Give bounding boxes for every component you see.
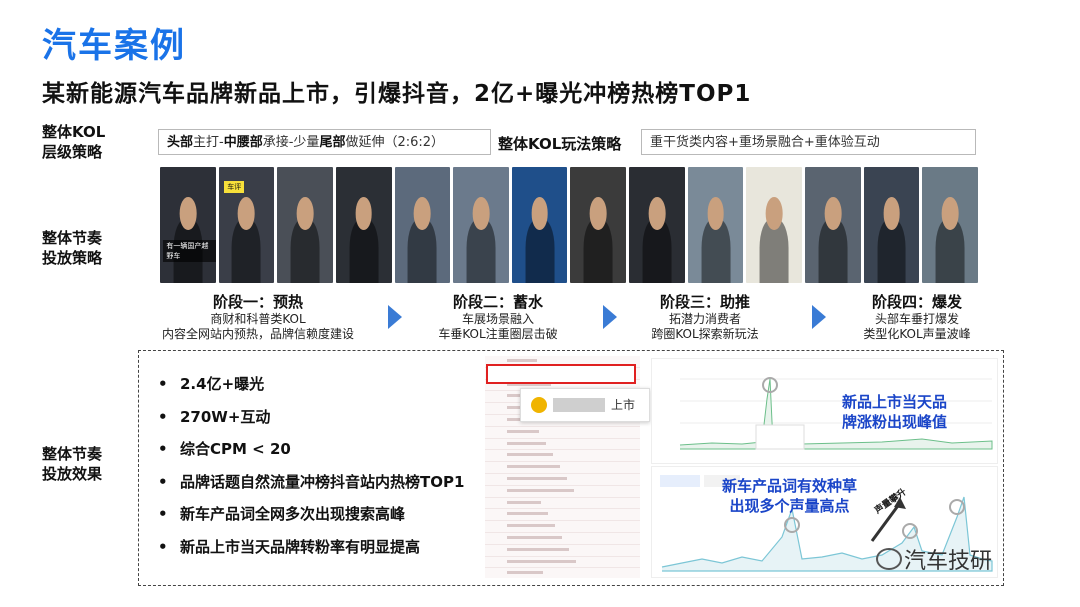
hot-list-row	[485, 498, 640, 510]
row-text-placeholder	[507, 441, 546, 445]
hot-list-row	[485, 439, 640, 451]
stage-1: 阶段一：预热 商财和科普类KOL 内容全网站内预热，品牌信赖度建设	[161, 293, 354, 341]
hot-list-highlight	[486, 364, 636, 384]
kol-photo	[629, 167, 685, 283]
medal-icon	[531, 397, 547, 413]
kol-photo	[922, 167, 978, 283]
kol-photo	[277, 167, 333, 283]
kol-photo: 车评	[218, 167, 275, 283]
kol-photo	[453, 167, 509, 283]
row-text-placeholder	[507, 535, 562, 539]
row-text-placeholder	[507, 465, 560, 469]
kol-photo	[570, 167, 627, 283]
kol-photo	[805, 167, 861, 283]
page-subtitle: 某新能源汽车品牌新品上市，引爆抖音，2亿+曝光冲榜热榜TOP1	[42, 81, 752, 107]
photo-tag: 车评	[224, 180, 245, 193]
arrow-right-icon	[388, 305, 402, 329]
effect-bullet-list: • 2.4亿+曝光 • 270W+互动 • 综合CPM < 20 • 品牌话题自然流量冲…	[158, 372, 464, 567]
row-text-placeholder	[507, 429, 539, 433]
row-text-placeholder	[507, 476, 567, 480]
search-volume-annotation: 新车产品词有效种草 出现多个声量高点	[722, 477, 858, 515]
row-text-placeholder	[507, 571, 543, 575]
row-text-placeholder	[507, 512, 548, 516]
person-head	[589, 197, 607, 230]
list-item: • 品牌话题自然流量冲榜抖音站内热榜TOP1	[158, 472, 465, 491]
row-text-placeholder	[507, 547, 569, 551]
person-head	[941, 197, 959, 230]
row-text-placeholder	[507, 359, 537, 362]
photo-tag: 有一辆国产越野车	[163, 240, 216, 263]
row-text-placeholder	[507, 524, 555, 528]
kol-play-label: 整体KOL玩法策略	[498, 135, 622, 153]
blurred-brand	[553, 398, 605, 412]
person-head	[296, 197, 314, 230]
wechat-icon	[876, 548, 902, 570]
effect-label: 整体节奏 投放效果	[42, 445, 103, 483]
kol-photo	[746, 167, 803, 283]
hot-list-row	[485, 557, 640, 569]
person-head	[179, 197, 197, 230]
fans-peak-annotation: 新品上市当天品 牌涨粉出现峰值	[842, 393, 948, 431]
list-item: • 2.4亿+曝光	[158, 375, 265, 393]
person-head	[472, 197, 490, 230]
hot-list-row	[485, 509, 640, 522]
person-head	[414, 197, 431, 230]
kol-level-box: 头部主打-中腰部承接-少量尾部做延伸（2:6:2）	[158, 129, 491, 155]
list-item: • 新品上市当天品牌转粉率有明显提高	[158, 537, 421, 556]
kol-photo	[511, 167, 568, 283]
hot-list-row	[485, 450, 640, 463]
list-item: • 综合CPM < 20	[158, 440, 291, 458]
arrow-right-icon	[812, 305, 826, 329]
hot-list-row	[485, 474, 640, 486]
kol-play-box: 重干货类内容+重场景融合+重体验互动	[641, 129, 976, 155]
hot-list-row	[485, 427, 640, 439]
list-item: • 新车产品词全网多次出现搜索高峰	[158, 505, 406, 523]
watermark: 汽车技研	[904, 549, 993, 574]
page-title: 汽车案例	[42, 26, 186, 66]
kol-photo	[687, 167, 744, 283]
hot-list-row	[485, 521, 640, 533]
person-head	[238, 197, 255, 230]
stage-2: 阶段二：蓄水 车展场景融入 车垂KOL注重圈层击破	[438, 293, 558, 341]
row-text-placeholder	[507, 500, 541, 504]
stage-3: 阶段三：助推 拓潜力消费者 跨圈KOL探索新玩法	[651, 293, 759, 341]
hot-list-popup: 上市	[520, 388, 650, 422]
kol-photo	[335, 167, 392, 283]
kol-photo	[394, 167, 451, 283]
person-head	[883, 197, 900, 230]
person-head	[765, 197, 783, 230]
person-head	[531, 197, 548, 230]
kol-photo-strip: 有一辆国产越野车 车评	[160, 167, 978, 283]
kol-strategy-label: 整体KOL 层级策略	[42, 123, 106, 161]
hot-list-row	[485, 462, 640, 474]
list-item: • 270W+互动	[158, 407, 271, 426]
person-head	[648, 197, 666, 230]
person-head	[824, 197, 842, 230]
hot-list-row	[485, 568, 640, 578]
stage-4: 阶段四：爆发 头部车垂打爆发 类型化KOL声量波峰	[863, 293, 971, 341]
kol-photo	[863, 167, 920, 283]
row-text-placeholder	[507, 559, 576, 563]
hot-list-row	[485, 486, 640, 498]
hot-list-row	[485, 545, 640, 557]
rhythm-strategy-label: 整体节奏 投放策略	[42, 229, 103, 267]
hot-list-row	[485, 533, 640, 545]
person-head	[355, 197, 373, 230]
row-text-placeholder	[507, 488, 574, 492]
kol-photo: 有一辆国产越野车	[160, 167, 216, 283]
person-head	[707, 197, 724, 230]
arrow-right-icon	[603, 305, 617, 329]
row-text-placeholder	[507, 453, 553, 457]
